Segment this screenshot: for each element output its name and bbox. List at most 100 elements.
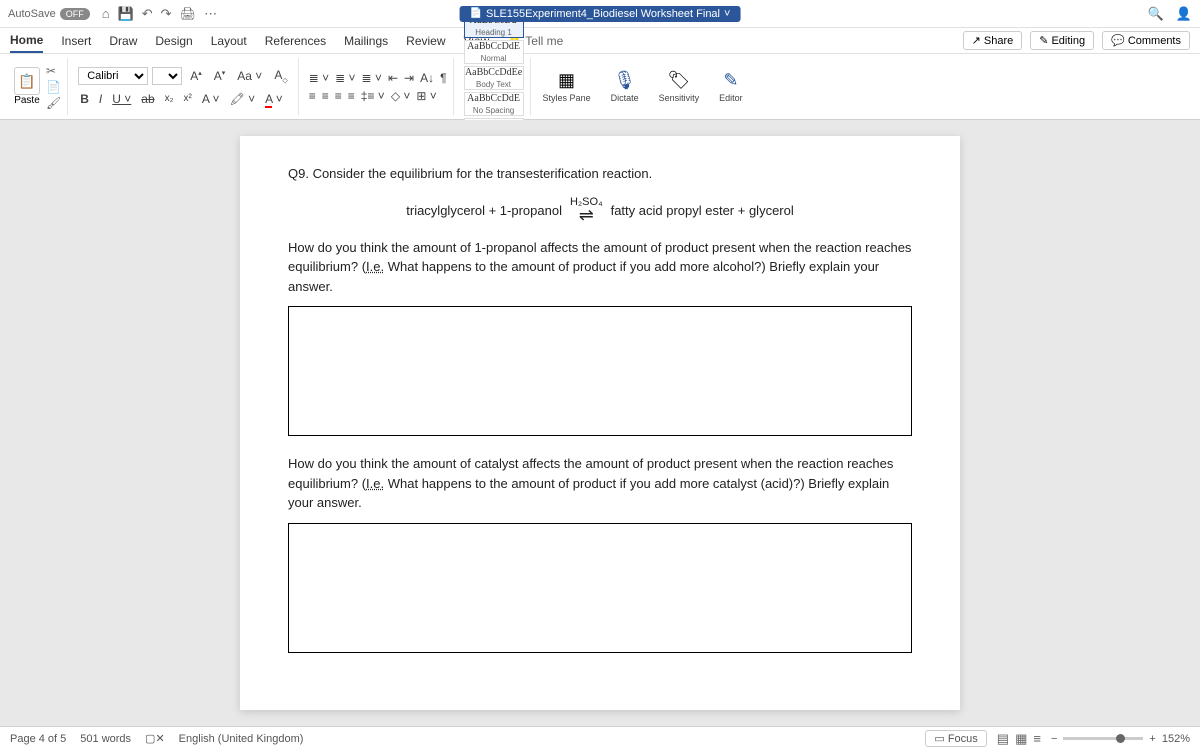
numbering-icon[interactable]: ≣ ˅ — [335, 71, 355, 85]
microphone-icon: 🎙 — [613, 70, 636, 91]
tab-home[interactable]: Home — [10, 29, 43, 53]
share-icon: ↗ — [972, 34, 981, 47]
document-title[interactable]: SLE155Experiment4_Biodiesel Worksheet Fi… — [460, 6, 741, 22]
style-normal[interactable]: AaBbCcDdE Normal — [464, 40, 524, 64]
italic-button[interactable]: I — [97, 91, 104, 107]
tab-design[interactable]: Design — [155, 30, 192, 52]
user-icon[interactable]: 👤 — [1176, 6, 1192, 22]
indent-right-icon[interactable]: ⇥ — [404, 71, 414, 85]
justify-icon[interactable]: ≡ — [348, 89, 355, 103]
statusbar: Page 4 of 5 501 words ▢✕ English (United… — [0, 726, 1200, 750]
bullets-icon[interactable]: ≣ ˅ — [309, 71, 329, 85]
comment-icon: 💬 — [1111, 34, 1125, 47]
tab-draw[interactable]: Draw — [109, 30, 137, 52]
autosave-label: AutoSave — [8, 8, 56, 20]
align-left-icon[interactable]: ≡ — [309, 89, 316, 103]
zoom-level[interactable]: 152% — [1162, 733, 1190, 745]
titlebar-right: 🔍 👤 — [1148, 6, 1192, 22]
share-button[interactable]: ↗ Share — [963, 31, 1023, 50]
clear-format-icon[interactable]: A◇ — [270, 66, 291, 86]
highlight-icon[interactable]: 🖍 ˅ — [228, 91, 258, 107]
autosave-toggle[interactable]: OFF — [60, 8, 90, 20]
indent-left-icon[interactable]: ⇤ — [388, 71, 398, 85]
more-icon[interactable]: ⋯ — [204, 6, 217, 22]
tab-references[interactable]: References — [265, 30, 326, 52]
answer-box-2[interactable] — [288, 523, 912, 653]
underline-button[interactable]: U ˅ — [110, 91, 133, 107]
focus-icon: ▭ — [934, 732, 944, 745]
borders-icon[interactable]: ⊞ ˅ — [416, 89, 436, 103]
font-color-icon[interactable]: A ˅ — [263, 91, 285, 107]
zoom-thumb[interactable] — [1116, 734, 1125, 743]
tabs-right: ↗ Share ✎ Editing 💬 Comments — [963, 31, 1190, 50]
copy-icon[interactable]: 📄 — [46, 80, 61, 94]
web-layout-icon[interactable]: ≡ — [1033, 731, 1041, 747]
shading-icon[interactable]: ◇ ˅ — [391, 89, 411, 103]
tab-mailings[interactable]: Mailings — [344, 30, 388, 52]
font-size-select[interactable]: 11 — [152, 67, 182, 85]
align-right-icon[interactable]: ≡ — [335, 89, 342, 103]
styles-pane-button[interactable]: ▦ Styles Pane — [535, 58, 599, 115]
editing-button[interactable]: ✎ Editing — [1030, 31, 1094, 50]
tab-insert[interactable]: Insert — [61, 30, 91, 52]
paste-icon[interactable]: 📋 — [14, 67, 40, 95]
titlebar: AutoSave OFF ⌂ 💾 ↶ ↷ 🖨 ⋯ SLE155Experimen… — [0, 0, 1200, 28]
line-spacing-icon[interactable]: ‡≡ ˅ — [361, 89, 385, 103]
spellcheck-icon[interactable]: ▢✕ — [145, 732, 165, 745]
editor-button[interactable]: ✎ Editor — [711, 58, 751, 115]
sort-icon[interactable]: A↓ — [420, 71, 434, 85]
cut-icon[interactable]: ✂ — [46, 64, 61, 78]
align-center-icon[interactable]: ≡ — [322, 89, 329, 103]
tab-review[interactable]: Review — [406, 30, 445, 52]
style-no-spacing[interactable]: AaBbCcDdE No Spacing — [464, 92, 524, 116]
save-icon[interactable]: 💾 — [118, 6, 134, 22]
multilevel-icon[interactable]: ≣ ˅ — [362, 71, 382, 85]
search-icon[interactable]: 🔍 — [1148, 6, 1164, 22]
text-effects-icon[interactable]: A ˅ — [200, 91, 222, 107]
tab-layout[interactable]: Layout — [211, 30, 247, 52]
sensitivity-icon: 🏷 — [667, 70, 690, 91]
read-mode-icon[interactable]: ▤ — [997, 731, 1009, 747]
strikethrough-button[interactable]: ab — [139, 91, 156, 107]
superscript-button[interactable]: x² — [182, 92, 194, 105]
print-icon[interactable]: 🖨 — [180, 6, 197, 22]
answer-box-1[interactable] — [288, 306, 912, 436]
focus-button[interactable]: ▭ Focus — [925, 730, 986, 747]
print-layout-icon[interactable]: ▦ — [1015, 731, 1027, 747]
subscript-button[interactable]: x₂ — [163, 92, 176, 105]
font-name-select[interactable]: Calibri — [78, 67, 148, 85]
document-area[interactable]: Q9. Consider the equilibrium for the tra… — [0, 120, 1200, 726]
zoom-in-button[interactable]: + — [1149, 733, 1155, 745]
sensitivity-button[interactable]: 🏷 Sensitivity — [651, 58, 708, 115]
comments-button[interactable]: 💬 Comments — [1102, 31, 1190, 50]
grow-font-icon[interactable]: A▴ — [186, 67, 206, 85]
page[interactable]: Q9. Consider the equilibrium for the tra… — [240, 136, 960, 710]
redo-icon[interactable]: ↷ — [161, 6, 172, 22]
dictate-button[interactable]: 🎙 Dictate — [603, 58, 647, 115]
styles-pane-icon: ▦ — [558, 70, 575, 91]
autosave-control[interactable]: AutoSave OFF — [8, 8, 90, 20]
clipboard-group: 📋 Paste ✂ 📄 🖌 — [8, 58, 68, 115]
editor-icon: ✎ — [723, 70, 738, 91]
style-body-text[interactable]: AaBbCcDdEe Body Text — [464, 66, 524, 90]
bold-button[interactable]: B — [78, 91, 91, 107]
zoom-control: − + 152% — [1051, 733, 1190, 745]
language-indicator[interactable]: English (United Kingdom) — [179, 733, 304, 745]
word-count[interactable]: 501 words — [80, 733, 131, 745]
equilibrium-arrow-icon: H₂SO₄ ⇌ — [570, 198, 603, 224]
undo-icon[interactable]: ↶ — [142, 6, 153, 22]
q9-heading: Q9. Consider the equilibrium for the tra… — [288, 164, 912, 184]
quick-access-toolbar: ⌂ 💾 ↶ ↷ 🖨 ⋯ — [102, 6, 217, 22]
home-icon[interactable]: ⌂ — [102, 6, 110, 22]
page-indicator[interactable]: Page 4 of 5 — [10, 733, 66, 745]
paragraph-2: How do you think the amount of catalyst … — [288, 454, 912, 513]
equation: triacylglycerol + 1-propanol H₂SO₄ ⇌ fat… — [288, 198, 912, 224]
shrink-font-icon[interactable]: A▾ — [210, 67, 230, 85]
equation-left: triacylglycerol + 1-propanol — [406, 201, 562, 221]
font-group: Calibri 11 A▴ A▾ Aa ˅ A◇ B I U ˅ ab x₂ x… — [72, 58, 299, 115]
pilcrow-icon[interactable]: ¶ — [440, 71, 446, 85]
zoom-out-button[interactable]: − — [1051, 733, 1057, 745]
zoom-slider[interactable] — [1063, 737, 1143, 740]
format-painter-icon[interactable]: 🖌 — [46, 96, 61, 110]
change-case-icon[interactable]: Aa ˅ — [233, 67, 266, 85]
